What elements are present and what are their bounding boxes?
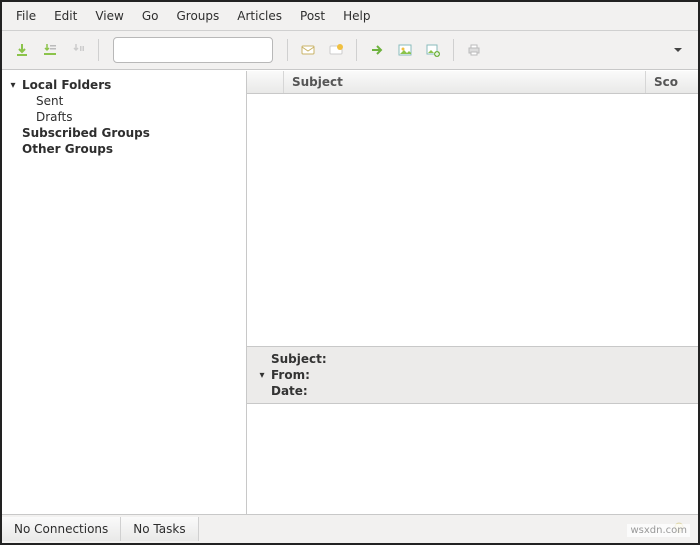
image-add-icon[interactable] <box>421 38 445 62</box>
tree-local-folders[interactable]: ▾ Local Folders <box>6 77 242 93</box>
tree-drafts[interactable]: Drafts <box>6 109 242 125</box>
column-headers: Subject Sco <box>247 71 698 94</box>
message-list[interactable] <box>247 94 698 346</box>
toolbar-separator <box>453 39 454 61</box>
watermark: wsxdn.com <box>627 524 690 537</box>
search-box[interactable] <box>113 37 273 63</box>
menu-go[interactable]: Go <box>134 6 167 26</box>
mail-flag-icon[interactable] <box>324 38 348 62</box>
toolbar-separator <box>356 39 357 61</box>
meta-subject-row: Subject: <box>257 351 688 367</box>
menu-post[interactable]: Post <box>292 6 333 26</box>
tree-label: Subscribed Groups <box>22 126 150 140</box>
message-body[interactable] <box>247 404 698 514</box>
column-score[interactable]: Sco <box>646 71 698 93</box>
meta-from-row: ▾ From: <box>257 367 688 383</box>
toolbar <box>2 31 698 70</box>
chevron-down-icon[interactable]: ▾ <box>8 80 18 91</box>
meta-from-label: From: <box>271 368 310 382</box>
tree-label: Drafts <box>36 110 73 124</box>
body: ▾ Local Folders Sent Drafts Subscribed G… <box>2 70 698 514</box>
tree-label: Other Groups <box>22 142 113 156</box>
status-tasks[interactable]: No Tasks <box>121 517 198 541</box>
message-header-pane: Subject: ▾ From: Date: <box>247 346 698 404</box>
download-green-icon[interactable] <box>10 38 34 62</box>
download-list-icon[interactable] <box>38 38 62 62</box>
toolbar-separator <box>287 39 288 61</box>
status-connections[interactable]: No Connections <box>2 517 121 541</box>
column-status[interactable] <box>247 71 284 93</box>
dropdown-icon[interactable] <box>666 38 690 62</box>
download-pause-icon[interactable] <box>66 38 90 62</box>
meta-date-label: Date: <box>271 384 308 398</box>
column-subject[interactable]: Subject <box>284 71 646 93</box>
tree-subscribed-groups[interactable]: Subscribed Groups <box>6 125 242 141</box>
menu-view[interactable]: View <box>87 6 131 26</box>
statusbar: No Connections No Tasks <box>2 514 698 543</box>
menu-articles[interactable]: Articles <box>229 6 290 26</box>
toolbar-separator <box>98 39 99 61</box>
meta-date-row: Date: <box>257 383 688 399</box>
menu-edit[interactable]: Edit <box>46 6 85 26</box>
main-panel: Subject Sco Subject: ▾ From: Date: <box>247 71 698 514</box>
folder-tree[interactable]: ▾ Local Folders Sent Drafts Subscribed G… <box>2 71 247 514</box>
menu-file[interactable]: File <box>8 6 44 26</box>
tree-other-groups[interactable]: Other Groups <box>6 141 242 157</box>
tree-sent[interactable]: Sent <box>6 93 242 109</box>
print-icon[interactable] <box>462 38 486 62</box>
menubar: File Edit View Go Groups Articles Post H… <box>2 2 698 31</box>
image-icon[interactable] <box>393 38 417 62</box>
mail-mark-icon[interactable] <box>296 38 320 62</box>
forward-icon[interactable] <box>365 38 389 62</box>
menu-help[interactable]: Help <box>335 6 378 26</box>
menu-groups[interactable]: Groups <box>168 6 227 26</box>
tree-label: Local Folders <box>22 78 111 92</box>
search-input[interactable] <box>118 42 277 58</box>
tree-label: Sent <box>36 94 63 108</box>
chevron-down-icon[interactable]: ▾ <box>257 370 267 381</box>
meta-subject-label: Subject: <box>271 352 327 366</box>
app-window: File Edit View Go Groups Articles Post H… <box>0 0 700 545</box>
